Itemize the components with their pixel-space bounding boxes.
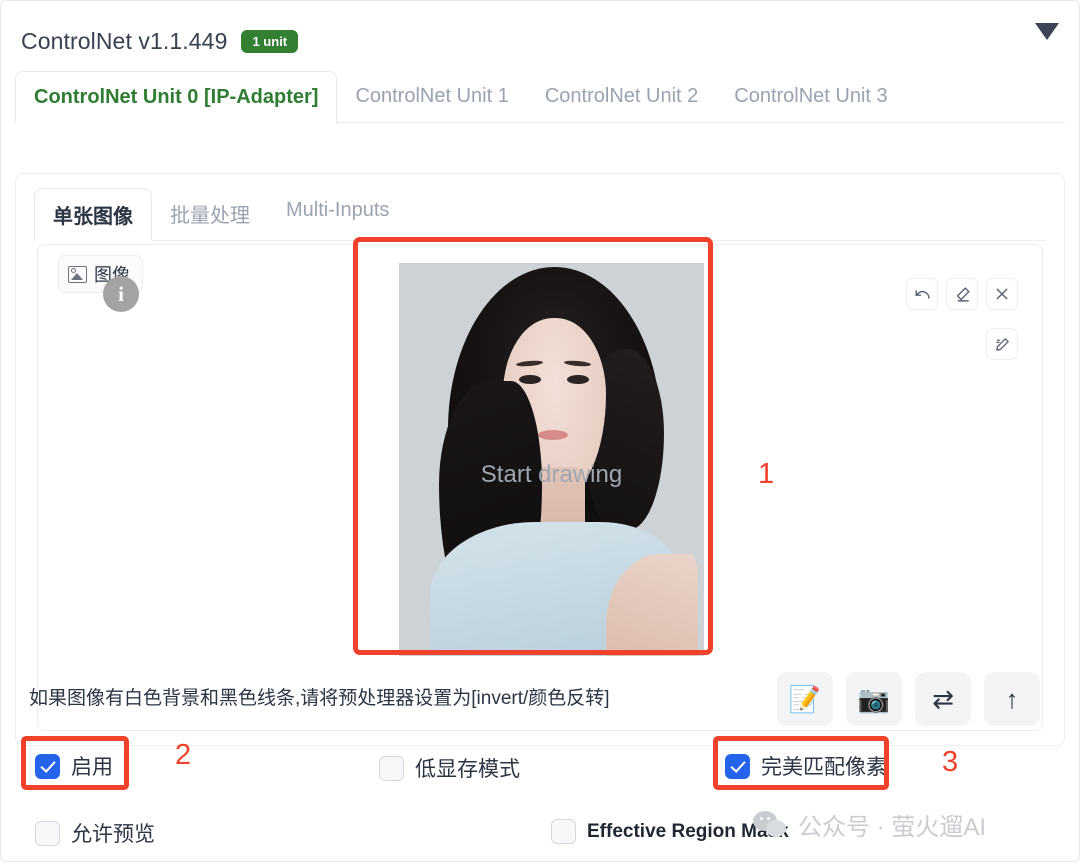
portrait-photo bbox=[399, 263, 704, 656]
unit-content-panel: 单张图像 批量处理 Multi-Inputs 图像 i Start drawin… bbox=[15, 173, 1065, 746]
checkbox-low-vram[interactable]: 低显存模式 bbox=[379, 753, 520, 783]
checkbox-effective-region-mask[interactable]: Effective Region Mask bbox=[551, 819, 789, 844]
checkbox-allow-preview-label: 允许预览 bbox=[71, 823, 155, 846]
tab-controlnet-unit-0[interactable]: ControlNet Unit 0 [IP-Adapter] bbox=[15, 71, 338, 123]
preprocessor-hint-text: 如果图像有白色背景和黑色线条,请将预处理器设置为[invert/颜色反转] bbox=[29, 688, 610, 709]
panel-header: ControlNet v1.1.449 1 unit bbox=[1, 15, 1079, 67]
image-source-tab-bar: 单张图像 批量处理 Multi-Inputs bbox=[34, 188, 1046, 241]
tab-controlnet-unit-1[interactable]: ControlNet Unit 1 bbox=[337, 71, 526, 121]
pen-icon[interactable] bbox=[986, 328, 1018, 360]
tab-controlnet-unit-2[interactable]: ControlNet Unit 2 bbox=[527, 71, 716, 121]
info-cursor-badge: i bbox=[103, 276, 139, 312]
checkbox-low-vram-label: 低显存模式 bbox=[415, 758, 520, 781]
swap-direction-button[interactable]: ⇄ bbox=[915, 672, 971, 726]
tab-single-image[interactable]: 单张图像 bbox=[34, 188, 152, 241]
picture-icon bbox=[68, 265, 87, 283]
hint-and-actions-row: 如果图像有白色背景和黑色线条,请将预处理器设置为[invert/颜色反转] 📝 … bbox=[29, 672, 1065, 732]
unit-count-badge: 1 unit bbox=[241, 29, 299, 53]
send-dimensions-button[interactable]: ↑ bbox=[984, 672, 1040, 726]
tab-multi-inputs[interactable]: Multi-Inputs bbox=[268, 188, 407, 233]
checkbox-low-vram-box bbox=[379, 755, 404, 781]
checkbox-pixel-perfect-box bbox=[725, 753, 750, 779]
checkbox-allow-preview[interactable]: 允许预览 bbox=[35, 818, 155, 848]
image-dropzone[interactable]: 图像 i Start drawing bbox=[37, 244, 1043, 731]
eraser-icon[interactable] bbox=[946, 278, 978, 310]
canvas-toolbar bbox=[906, 278, 1018, 360]
image-action-buttons: 📝 📷 ⇄ ↑ bbox=[777, 672, 1040, 726]
checkbox-effective-region-mask-box bbox=[551, 819, 576, 844]
webcam-button[interactable]: 📷 bbox=[846, 672, 902, 726]
checkbox-allow-preview-box bbox=[35, 820, 60, 846]
close-icon[interactable] bbox=[986, 278, 1018, 310]
unit-tab-bar: ControlNet Unit 0 [IP-Adapter] ControlNe… bbox=[15, 71, 1065, 123]
uploaded-image-preview[interactable]: Start drawing bbox=[399, 263, 704, 656]
checkbox-enable[interactable]: 启用 bbox=[35, 751, 113, 781]
checkbox-enable-label: 启用 bbox=[71, 756, 113, 779]
controlnet-accordion-panel: ControlNet v1.1.449 1 unit ControlNet Un… bbox=[0, 0, 1080, 862]
annotation-number-3: 3 bbox=[942, 746, 959, 778]
checkbox-enable-box bbox=[35, 753, 60, 779]
open-new-canvas-button[interactable]: 📝 bbox=[777, 672, 833, 726]
checkbox-effective-region-mask-label: Effective Region Mask bbox=[587, 820, 789, 842]
page-title: ControlNet v1.1.449 bbox=[21, 27, 228, 54]
checkbox-pixel-perfect[interactable]: 完美匹配像素 bbox=[725, 751, 887, 781]
checkbox-pixel-perfect-label: 完美匹配像素 bbox=[761, 756, 887, 779]
tab-batch-process[interactable]: 批量处理 bbox=[152, 188, 268, 239]
tab-controlnet-unit-3[interactable]: ControlNet Unit 3 bbox=[716, 71, 905, 121]
caret-down-icon[interactable] bbox=[1035, 23, 1059, 40]
undo-icon[interactable] bbox=[906, 278, 938, 310]
watermark-text: 公众号 · 萤火遛AI bbox=[798, 814, 987, 841]
